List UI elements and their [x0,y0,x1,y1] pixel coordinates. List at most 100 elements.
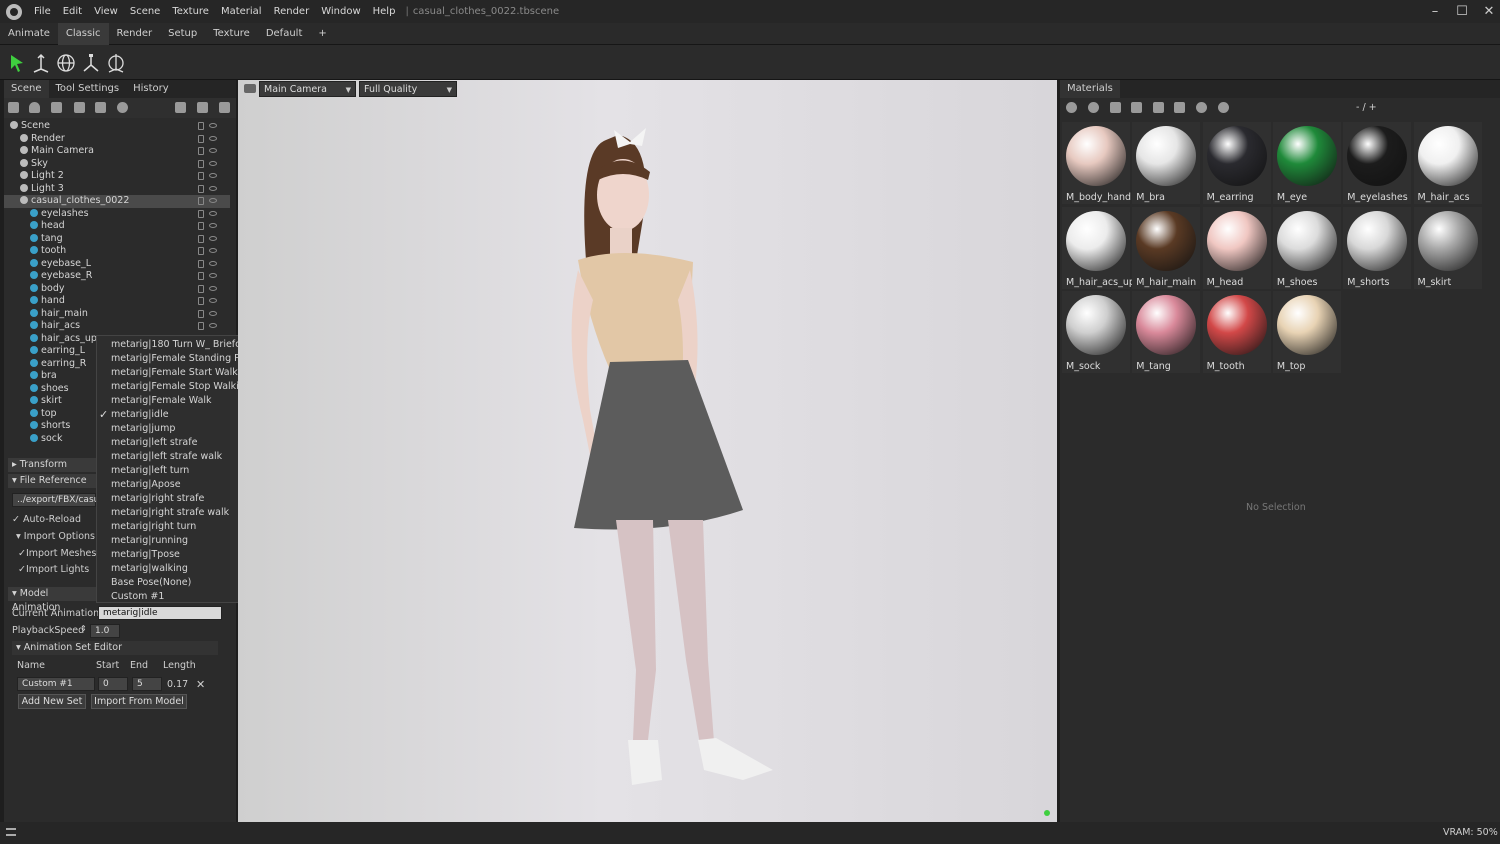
material-thumbnail[interactable]: M_tang [1132,291,1201,373]
menu-item[interactable]: metarig|jump [111,422,175,436]
lock-icon[interactable] [198,122,204,130]
rotate-tool-icon[interactable] [56,53,76,73]
workspace-tab-texture[interactable]: Texture [205,23,258,45]
tree-item[interactable]: head [4,220,230,233]
visibility-eye-icon[interactable] [209,135,217,141]
menu-item[interactable]: metarig|Female Standing Pose [111,352,256,366]
menu-item[interactable]: metarig|right strafe [111,492,204,506]
tree-item[interactable]: hair_acs [4,320,230,333]
lock-icon[interactable] [198,172,204,180]
material-thumbnail[interactable]: M_body_hand [1062,122,1131,204]
import-from-model-button[interactable]: Import From Model [91,694,187,709]
menu-item[interactable]: metarig|left strafe walk [111,450,222,464]
group-icon[interactable] [95,102,106,113]
menu-window[interactable]: Window [315,0,366,23]
lock-icon[interactable] [198,322,204,330]
material-thumbnail[interactable]: M_eyelashes [1343,122,1412,204]
file-path-field[interactable]: ../export/FBX/casua [12,493,105,507]
folder-icon[interactable] [1131,102,1142,113]
tree-item[interactable]: eyebase_R [4,270,230,283]
transform-section[interactable]: ▸ Transform [8,458,96,472]
cube-icon[interactable] [8,102,19,113]
menu-item[interactable]: metarig|Female Start Walking [111,366,252,380]
menu-item[interactable]: metarig|right strafe walk [111,506,229,520]
menu-item[interactable]: metarig|Female Stop Walking [111,380,251,394]
folder-icon[interactable] [175,102,186,113]
menu-item[interactable]: metarig|idle [111,408,169,422]
trash-icon[interactable] [219,102,230,113]
material-thumbnail[interactable]: M_earring [1202,122,1271,204]
auto-reload-checkbox[interactable]: ✓ Auto-Reload [12,514,81,525]
playback-speed-field[interactable]: 1.0 [90,624,120,638]
menu-edit[interactable]: Edit [57,0,88,23]
visibility-eye-icon[interactable] [209,185,217,191]
menu-item[interactable]: metarig|walking [111,562,188,576]
tree-item[interactable]: Light 3 [4,183,230,196]
tree-item[interactable]: body [4,283,230,296]
lock-icon[interactable] [198,284,204,293]
duplicate-material-icon[interactable] [1088,102,1099,113]
add-new-set-button[interactable]: Add New Set [18,694,86,709]
menu-item[interactable]: metarig|Female Walk [111,394,212,408]
lock-icon[interactable] [198,147,204,155]
transform-tool-icon[interactable] [106,53,126,73]
material-thumbnail[interactable]: M_eye [1272,122,1341,204]
lock-icon[interactable] [198,209,204,218]
tree-item[interactable]: tang [4,233,230,246]
lock-icon[interactable] [198,197,204,205]
tree-item[interactable]: hair_main [4,308,230,321]
workspace-tab-setup[interactable]: Setup [160,23,205,45]
menu-file[interactable]: File [28,0,57,23]
visibility-eye-icon[interactable] [209,123,217,128]
menu-help[interactable]: Help [367,0,402,23]
material-thumbnail[interactable]: M_bra [1132,122,1201,204]
pattern-icon[interactable] [1110,102,1121,113]
model-animation-section[interactable]: ▾ Model Animation [8,587,96,613]
visibility-eye-icon[interactable] [209,310,217,316]
import-lights-checkbox[interactable]: ✓Import Lights [18,564,89,575]
menu-item[interactable]: metarig|180 Turn W_ Briefcase [111,338,257,352]
menu-item[interactable]: Base Pose(None) [111,576,191,590]
visibility-eye-icon[interactable] [209,235,217,241]
visibility-eye-icon[interactable] [209,173,217,178]
lock-icon[interactable] [198,134,204,143]
lock-icon[interactable] [198,259,204,268]
workspace-tab-classic[interactable]: Classic [57,22,109,45]
material-thumbnail[interactable]: M_sock [1062,291,1130,373]
lock-icon[interactable] [198,272,204,280]
menu-material[interactable]: Material [215,0,268,23]
tab-history[interactable]: History [126,80,176,98]
visibility-eye-icon[interactable] [209,273,217,278]
tab-tool-settings[interactable]: Tool Settings [49,80,127,98]
import-options-section[interactable]: ▾ Import Options [16,531,95,542]
workspace-tab-animate[interactable]: Animate [0,23,58,45]
menu-item[interactable]: metarig|Apose [111,478,181,492]
visibility-eye-icon[interactable] [209,248,217,253]
lock-icon[interactable] [198,222,204,230]
menu-item[interactable]: metarig|running [111,534,188,548]
camera-icon[interactable] [51,102,62,113]
workspace-tab-add[interactable]: + [310,23,334,45]
lock-icon[interactable] [198,247,204,255]
menu-item[interactable]: metarig|left strafe [111,436,197,450]
lock-icon[interactable] [198,184,204,193]
tree-item[interactable]: Main Camera [4,145,230,158]
lock-icon[interactable] [198,159,204,168]
visibility-eye-icon[interactable] [209,198,217,203]
tree-item[interactable]: eyebase_L [4,258,230,271]
visibility-eye-icon[interactable] [209,210,217,216]
visibility-eye-icon[interactable] [209,160,217,166]
file-reference-section[interactable]: ▾ File Reference [8,474,96,488]
menu-item[interactable]: Custom #1 [111,590,164,604]
3d-viewport[interactable]: Main Camera Full Quality [238,80,1057,822]
material-thumbnail[interactable]: M_hair_acs_up [1062,206,1135,289]
lock-icon[interactable] [198,309,204,318]
set-name-field[interactable]: Custom #1 [17,677,95,691]
light-icon[interactable] [29,102,40,113]
menu-render[interactable]: Render [268,0,316,23]
menu-item[interactable]: metarig|left turn [111,464,189,478]
visibility-eye-icon[interactable] [209,285,217,291]
minimize-button[interactable]: – [1421,0,1449,23]
visibility-eye-icon[interactable] [209,323,217,328]
select-tool-icon[interactable] [7,53,27,73]
